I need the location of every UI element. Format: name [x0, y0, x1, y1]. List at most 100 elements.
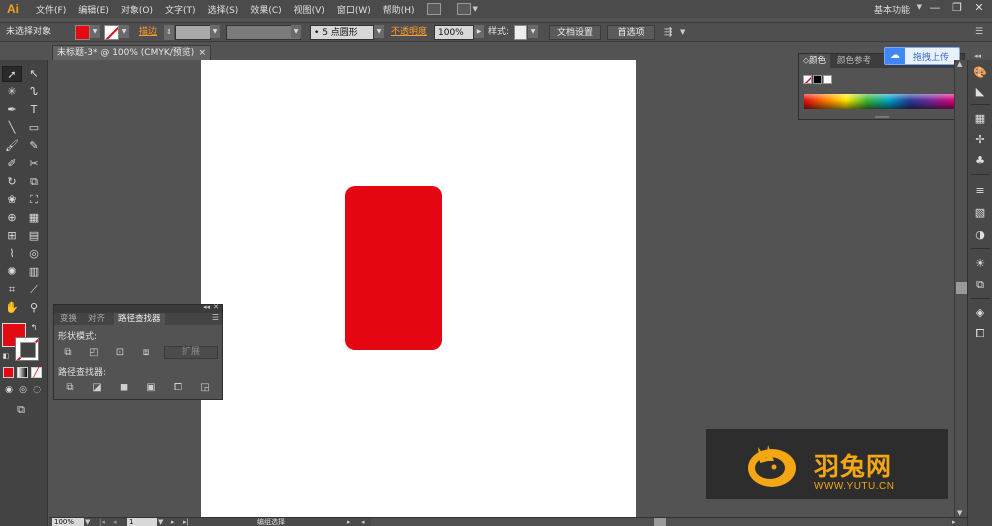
- graphic-style-swatch[interactable]: [514, 25, 527, 40]
- preferences-button[interactable]: 首选项: [607, 25, 655, 40]
- next-artboard-icon[interactable]: ▸: [171, 518, 175, 526]
- previous-artboard-icon[interactable]: ◂: [113, 518, 117, 526]
- chevron-down-icon[interactable]: ▼: [90, 25, 100, 38]
- pencil-tool-icon[interactable]: ✎: [24, 138, 44, 154]
- perspective-grid-tool-icon[interactable]: ▦: [24, 210, 44, 226]
- outline-icon[interactable]: ⧠: [172, 382, 184, 393]
- selection-tool-icon[interactable]: ➚: [2, 66, 22, 82]
- eyedropper-tool-icon[interactable]: ⌇: [2, 246, 22, 262]
- slice-tool-icon[interactable]: ⟋: [24, 282, 44, 298]
- chevron-down-icon[interactable]: ▼: [210, 25, 220, 38]
- panel-header[interactable]: ◂◂ ✕: [54, 303, 222, 313]
- color-spectrum[interactable]: [804, 94, 955, 109]
- menu-object[interactable]: 对象(O): [115, 3, 159, 16]
- lasso-tool-icon[interactable]: ᔐ: [24, 84, 44, 100]
- type-tool-icon[interactable]: T: [24, 102, 44, 118]
- free-transform-tool-icon[interactable]: ⛶: [24, 192, 44, 208]
- close-icon[interactable]: ×: [198, 46, 206, 60]
- scroll-left-icon[interactable]: ◂: [361, 518, 365, 526]
- collapse-dock-icon[interactable]: ◂◂: [974, 52, 981, 60]
- stroke-color-swatch[interactable]: [104, 25, 119, 40]
- last-artboard-icon[interactable]: ▸|: [183, 518, 189, 526]
- brushes-icon[interactable]: ✢: [973, 133, 987, 146]
- warp-tool-icon[interactable]: ❀: [2, 192, 22, 208]
- scroll-up-icon[interactable]: ▲: [957, 60, 962, 68]
- crop-icon[interactable]: ▣: [145, 382, 157, 393]
- opacity-label[interactable]: 不透明度: [391, 25, 427, 40]
- menu-edit[interactable]: 编辑(E): [72, 3, 115, 16]
- panel-menu-icon[interactable]: ☰: [975, 25, 983, 40]
- chevron-down-icon[interactable]: ▼: [680, 25, 685, 40]
- document-setup-button[interactable]: 文档设置: [549, 25, 601, 40]
- menu-file[interactable]: 文件(F): [30, 3, 72, 16]
- menu-help[interactable]: 帮助(H): [377, 3, 421, 16]
- black-swatch[interactable]: [813, 75, 822, 84]
- minus-front-icon[interactable]: ◰: [88, 347, 100, 358]
- variable-width-profile[interactable]: [226, 25, 301, 40]
- column-graph-tool-icon[interactable]: ▥: [24, 264, 44, 280]
- color-guide-icon[interactable]: ◣: [973, 85, 987, 98]
- chevron-down-icon[interactable]: ▼: [158, 518, 163, 526]
- rectangle-tool-icon[interactable]: ▭: [24, 120, 44, 136]
- pen-tool-icon[interactable]: ✒: [2, 102, 22, 118]
- merge-icon[interactable]: ◼: [118, 382, 130, 393]
- chevron-right-icon[interactable]: ▸: [347, 518, 351, 526]
- opacity-field[interactable]: 100%: [434, 25, 474, 40]
- chevron-right-icon[interactable]: ▶: [474, 25, 484, 38]
- tab-color-guide[interactable]: 颜色参考: [833, 54, 875, 68]
- color-mode-icon[interactable]: [3, 367, 14, 378]
- transparency-panel-icon[interactable]: ◑: [973, 228, 987, 241]
- gradient-tool-icon[interactable]: ▤: [24, 228, 44, 244]
- color-panel-icon[interactable]: 🎨: [973, 66, 987, 79]
- scroll-right-icon[interactable]: ▸: [952, 518, 956, 526]
- chevron-down-icon[interactable]: ▼: [119, 25, 129, 38]
- white-swatch[interactable]: [823, 75, 832, 84]
- screen-mode-icon[interactable]: ⧉: [12, 402, 30, 418]
- swap-fill-stroke-icon[interactable]: ↰: [28, 320, 40, 336]
- document-tab[interactable]: 未标题-3* @ 100% (CMYK/预览) ×: [52, 45, 211, 60]
- vertical-scrollbar[interactable]: ▲ ▼: [954, 60, 967, 517]
- arrange-documents-icon[interactable]: [456, 3, 471, 15]
- draw-inside-icon[interactable]: ◌: [31, 384, 43, 396]
- expand-button[interactable]: 扩展: [164, 346, 218, 359]
- chevron-down-icon[interactable]: ▼: [473, 5, 478, 13]
- scroll-down-icon[interactable]: ▼: [957, 509, 962, 517]
- minus-back-icon[interactable]: ◲: [199, 382, 211, 393]
- divide-icon[interactable]: ⧉: [64, 382, 76, 393]
- chevron-down-icon[interactable]: ▼: [85, 518, 90, 526]
- gradient-mode-icon[interactable]: [17, 367, 28, 378]
- direct-selection-tool-icon[interactable]: ↖: [24, 66, 44, 82]
- rotate-tool-icon[interactable]: ↻: [2, 174, 22, 190]
- chevron-down-icon[interactable]: ▼: [291, 25, 301, 38]
- horizontal-scrollbar-thumb[interactable]: [654, 518, 666, 526]
- panel-resize-handle[interactable]: [875, 116, 889, 118]
- shape-builder-tool-icon[interactable]: ⊕: [2, 210, 22, 226]
- appearance-panel-icon[interactable]: ☀: [973, 257, 987, 270]
- draw-normal-icon[interactable]: ◉: [3, 384, 15, 396]
- restore-icon[interactable]: ❐: [946, 0, 968, 16]
- bridge-icon[interactable]: [426, 3, 441, 15]
- default-fill-stroke-icon[interactable]: ◧: [1, 348, 11, 364]
- chevron-down-icon[interactable]: ▼: [917, 3, 922, 11]
- hand-tool-icon[interactable]: ✋: [2, 300, 22, 316]
- intersect-icon[interactable]: ⊡: [114, 347, 126, 358]
- chevron-down-icon[interactable]: ▼: [374, 25, 384, 38]
- artboards-panel-icon[interactable]: ⧠: [973, 327, 987, 340]
- artboard-tool-icon[interactable]: ⌗: [2, 282, 22, 298]
- paintbrush-tool-icon[interactable]: 🖌: [2, 138, 22, 154]
- symbols-icon[interactable]: ♣: [973, 154, 987, 167]
- exclude-icon[interactable]: ⧈: [140, 347, 152, 358]
- first-artboard-icon[interactable]: |◂: [99, 518, 105, 526]
- blob-brush-tool-icon[interactable]: ✐: [2, 156, 22, 172]
- scissors-tool-icon[interactable]: ✂: [24, 156, 44, 172]
- scale-tool-icon[interactable]: ⧉: [24, 174, 44, 190]
- none-swatch[interactable]: [803, 75, 812, 84]
- minimize-icon[interactable]: —: [924, 0, 946, 16]
- stroke-weight-stepper[interactable]: ⇕: [164, 25, 174, 40]
- panel-menu-icon[interactable]: ☰: [212, 313, 219, 322]
- graphic-styles-icon[interactable]: ⧉: [973, 278, 987, 291]
- brush-definition-field[interactable]: • 5 点圆形: [310, 25, 374, 40]
- workspace-switcher[interactable]: 基本功能: [874, 3, 910, 16]
- tab-transform[interactable]: 变换: [56, 313, 81, 325]
- fill-color-swatch[interactable]: [75, 25, 90, 40]
